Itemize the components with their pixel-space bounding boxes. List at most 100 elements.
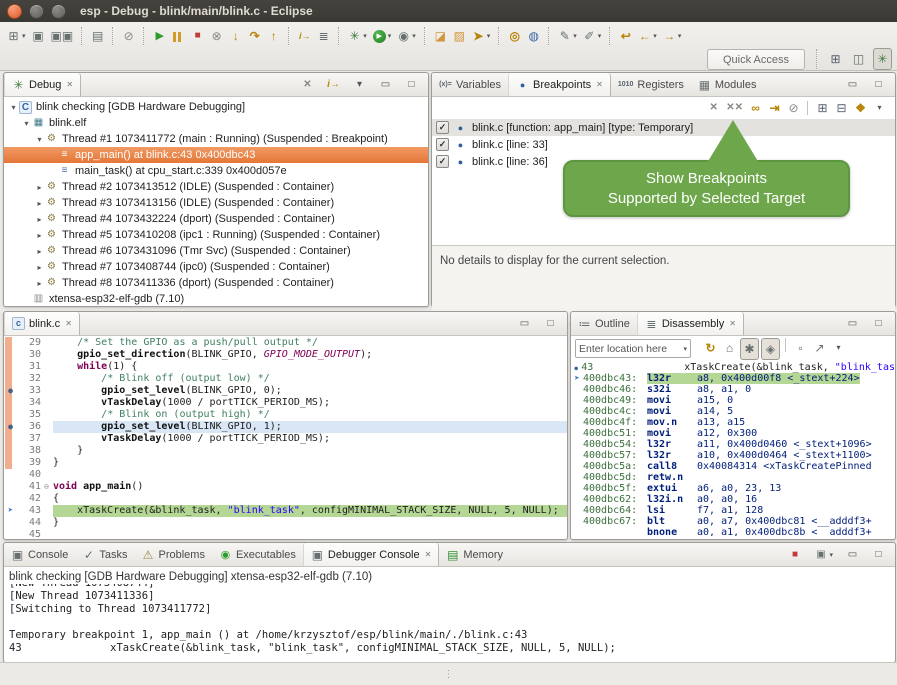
- remove-button[interactable]: ✕: [705, 98, 722, 118]
- minimize-button[interactable]: ▭: [844, 75, 861, 95]
- instruction-stepping-button[interactable]: i→: [296, 26, 313, 46]
- save-all-button[interactable]: ▣▣: [49, 26, 76, 46]
- flash-board-button[interactable]: ▤: [89, 26, 106, 46]
- home-button[interactable]: ⌂: [721, 338, 738, 358]
- expander-icon[interactable]: ▸: [34, 183, 45, 192]
- gutter-marker[interactable]: [4, 361, 17, 373]
- dropdown-arrow-icon[interactable]: ▾: [487, 32, 491, 40]
- collapse-all-button[interactable]: ⊟: [833, 98, 850, 118]
- dropdown-arrow-icon[interactable]: ▾: [412, 32, 416, 40]
- debug-tree-item[interactable]: ▥xtensa-esp32-elf-gdb (7.10): [4, 291, 428, 307]
- gutter-marker[interactable]: ➤: [4, 505, 17, 517]
- suspend-button[interactable]: [170, 26, 187, 46]
- breakpoint-marker-icon[interactable]: ●: [8, 386, 13, 395]
- maximize-button[interactable]: □: [403, 75, 420, 95]
- gutter-marker[interactable]: [4, 457, 17, 469]
- breakpoint-row[interactable]: ✓●blink.c [line: 33]: [432, 136, 895, 153]
- breakpoint-checkbox[interactable]: ✓: [436, 155, 449, 168]
- debug-tree-item[interactable]: ▸⚙Thread #2 1073413512 (IDLE) (Suspended…: [4, 179, 428, 195]
- show-debug-context-button[interactable]: ≣: [315, 26, 332, 46]
- launch-config-button[interactable]: ➤▾: [470, 26, 493, 46]
- expander-icon[interactable]: ▸: [34, 279, 45, 288]
- debug-tree-item[interactable]: ≡main_task() at cpu_start.c:339 0x400d05…: [4, 163, 428, 179]
- skip-all-breakpoints-button[interactable]: ⊘: [120, 26, 137, 46]
- open-perspective-button[interactable]: ⊞: [827, 49, 844, 69]
- tab-variables[interactable]: (x)=Variables: [432, 73, 508, 96]
- gutter-marker[interactable]: [4, 409, 17, 421]
- save-button[interactable]: ▣: [30, 26, 47, 46]
- tab-blink-c[interactable]: cblink.c✕: [4, 312, 80, 335]
- tab-debug[interactable]: ✳Debug✕: [4, 73, 81, 96]
- tab-disassembly[interactable]: ≣Disassembly✕: [637, 312, 744, 335]
- back-button[interactable]: ←▾: [636, 26, 659, 46]
- expander-icon[interactable]: ▸: [34, 231, 45, 240]
- gutter-marker[interactable]: [4, 481, 17, 493]
- dropdown-arrow-icon[interactable]: ▾: [363, 32, 367, 40]
- maximize-button[interactable]: □: [542, 314, 559, 334]
- tab-problems[interactable]: ⚠Problems: [134, 543, 211, 566]
- minimize-button[interactable]: ▭: [844, 314, 861, 334]
- gutter-marker[interactable]: [4, 433, 17, 445]
- gutter-marker[interactable]: [4, 445, 17, 457]
- gutter-marker[interactable]: ●: [4, 421, 17, 433]
- breakpoint-checkbox[interactable]: ✓: [436, 138, 449, 151]
- dropdown-arrow-icon[interactable]: ▾: [678, 32, 682, 40]
- gutter-marker[interactable]: [4, 529, 17, 539]
- debug-perspective-button[interactable]: ✳: [873, 48, 892, 70]
- group-by-button[interactable]: ❖: [852, 98, 869, 118]
- next-annotation-button[interactable]: ✎▾: [556, 26, 579, 46]
- step-over-button[interactable]: ↷: [246, 26, 263, 46]
- open-web-button[interactable]: ◍: [525, 26, 542, 46]
- dropdown-arrow-icon[interactable]: ▾: [598, 32, 602, 40]
- sash-handle-icon[interactable]: ⋮: [444, 669, 454, 680]
- gutter-marker[interactable]: [4, 517, 17, 529]
- forward-button[interactable]: →▾: [661, 26, 684, 46]
- toggle-symbols-button[interactable]: ◈: [761, 338, 780, 360]
- disconnect-button[interactable]: ⊗: [208, 26, 225, 46]
- tab-memory[interactable]: ▤Memory: [439, 543, 510, 566]
- expander-icon[interactable]: ▸: [34, 247, 45, 256]
- dropdown-arrow-icon[interactable]: ▾: [22, 32, 26, 40]
- debug-tree-item[interactable]: ▸⚙Thread #3 1073413156 (IDLE) (Suspended…: [4, 195, 428, 211]
- dropdown-arrow-icon[interactable]: ▾: [573, 32, 577, 40]
- quick-access-button[interactable]: Quick Access: [707, 49, 805, 70]
- tab-console[interactable]: ▣Console: [4, 543, 75, 566]
- breakpoint-row[interactable]: ✓●blink.c [function: app_main] [type: Te…: [432, 119, 895, 136]
- expander-icon[interactable]: ▾: [34, 135, 45, 144]
- breakpoint-marker-icon[interactable]: ●: [8, 422, 13, 431]
- open-folder-button[interactable]: ▨: [451, 26, 468, 46]
- step-into-button[interactable]: ↓: [227, 26, 244, 46]
- terminate-console-button[interactable]: ■: [786, 545, 803, 565]
- show-supported-button[interactable]: ∞: [747, 98, 764, 118]
- cpp-perspective-button[interactable]: ◫: [850, 49, 867, 69]
- debug-tree-item[interactable]: ▸⚙Thread #4 1073432224 (dport) (Suspende…: [4, 211, 428, 227]
- expander-icon[interactable]: ▸: [34, 215, 45, 224]
- tab-debugger-console[interactable]: ▣Debugger Console✕: [303, 543, 439, 566]
- window-maximize-button[interactable]: [51, 4, 66, 19]
- debug-tree-item[interactable]: ≡app_main() at blink.c:43 0x400dbc43: [4, 147, 428, 163]
- dropdown-arrow-icon[interactable]: ▾: [653, 32, 657, 40]
- close-tab-icon[interactable]: ✕: [65, 319, 72, 328]
- tab-breakpoints[interactable]: ●Breakpoints✕: [508, 73, 611, 96]
- tab-outline[interactable]: ≔Outline: [571, 312, 637, 335]
- display-console-button[interactable]: ▣▾: [812, 545, 835, 565]
- maximize-button[interactable]: □: [870, 314, 887, 334]
- open-project-folder-button[interactable]: ◪: [432, 26, 449, 46]
- run-button[interactable]: ▶▾: [371, 26, 394, 46]
- debug-tree-item[interactable]: ▾▦blink.elf: [4, 115, 428, 131]
- resume-button[interactable]: ▶: [151, 26, 168, 46]
- remove-terminated-button[interactable]: ✕: [299, 75, 316, 95]
- minimize-button[interactable]: ▭: [844, 545, 861, 565]
- combo-dropdown-icon[interactable]: ▾: [683, 345, 687, 353]
- breakpoint-checkbox[interactable]: ✓: [436, 121, 449, 134]
- window-minimize-button[interactable]: [29, 4, 44, 19]
- export-button[interactable]: ↗: [811, 338, 828, 358]
- gutter-marker[interactable]: [4, 493, 17, 505]
- close-tab-icon[interactable]: ✕: [66, 80, 73, 89]
- view-menu-button[interactable]: ▾: [871, 98, 888, 118]
- gutter-marker[interactable]: [4, 469, 17, 481]
- search-button[interactable]: ◎: [506, 26, 523, 46]
- instruction-stepping-button[interactable]: i→: [325, 75, 342, 95]
- expander-icon[interactable]: ▸: [34, 199, 45, 208]
- last-edit-location-button[interactable]: ↩: [617, 26, 634, 46]
